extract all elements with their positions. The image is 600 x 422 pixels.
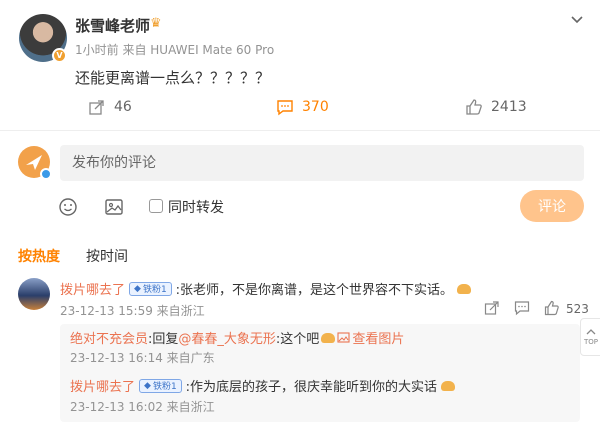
reply-line: 绝对不充会员 :回复 @春春_大象无形 :这个吧 查看图片 (70, 328, 404, 347)
comment-icon[interactable] (514, 300, 530, 316)
smile-emoji-icon (321, 332, 336, 343)
image-icon[interactable] (104, 197, 124, 217)
like-count: 2413 (491, 99, 527, 115)
reply-author[interactable]: 绝对不充会员 (70, 328, 148, 347)
thumbs-up-icon[interactable] (544, 300, 560, 316)
post-meta: 1小时前 来自 HUAWEI Mate 60 Pro (75, 43, 275, 57)
reply-line: 拨片哪去了 ◆ 铁粉1 :作为底层的孩子，很庆幸能听到你的大实话 (70, 376, 456, 395)
tab-sort-time[interactable]: 按时间 (86, 246, 128, 266)
reply-author[interactable]: 拨片哪去了 (70, 376, 135, 395)
author-name[interactable]: 张雪峰老师 (75, 15, 150, 36)
tab-sort-hot[interactable]: 按热度 (18, 246, 60, 266)
reply-time: 23-12-13 16:14 来自广东 (70, 351, 215, 365)
forward-button[interactable]: 46 (88, 96, 132, 118)
fan-badge: ◆ 铁粉1 (129, 281, 172, 296)
like-button[interactable]: 2413 (465, 96, 527, 118)
commenter-name[interactable]: 拨片哪去了 (60, 279, 125, 298)
back-to-top-button[interactable]: TOP (580, 318, 600, 356)
reply-prefix: :回复 (148, 332, 179, 347)
comment-button[interactable]: 370 (276, 96, 329, 118)
submit-comment-button[interactable]: 评论 (520, 190, 584, 222)
view-picture-link[interactable]: 查看图片 (337, 328, 404, 347)
forward-icon (89, 100, 104, 115)
also-forward-checkbox[interactable] (149, 199, 163, 213)
divider (0, 130, 600, 131)
comment-line: 拨片哪去了 ◆ 铁粉1 :张老师，不是你离谱，是这个世界容不下实话。 (60, 279, 472, 298)
verified-blue-icon (40, 168, 52, 180)
handshake-emoji-icon (457, 283, 472, 294)
post-content: 还能更离谱一点么？？？？？ (75, 69, 271, 87)
comment-time: 23-12-13 15:59 来自浙江 (60, 304, 205, 318)
comment-icon (277, 100, 293, 116)
chevron-down-icon[interactable] (570, 12, 584, 26)
emoji-icon[interactable] (58, 197, 78, 217)
picture-icon (337, 332, 350, 343)
comment-like-count: 523 (566, 302, 589, 316)
forward-icon[interactable] (484, 300, 500, 316)
chevron-up-icon (586, 329, 596, 335)
handshake-emoji-icon (441, 380, 456, 391)
thumbs-up-icon (466, 99, 482, 115)
comment-count: 370 (302, 99, 329, 115)
fan-badge: ◆ 铁粉1 (139, 378, 182, 393)
crown-icon: ♛ (150, 16, 162, 31)
forward-count: 46 (114, 99, 132, 115)
diamond-icon: ◆ (144, 380, 151, 391)
reply-text: :这个吧 (275, 332, 320, 347)
verified-badge-icon: V (52, 48, 67, 63)
also-forward-label[interactable]: 同时转发 (168, 197, 224, 217)
comment-text: :张老师，不是你离谱，是这个世界容不下实话。 (175, 283, 454, 298)
mention-link[interactable]: @春春_大象无形 (178, 328, 276, 347)
commenter-avatar[interactable] (18, 278, 50, 310)
reply-text: :作为底层的孩子，很庆幸能听到你的大实话 (185, 380, 438, 395)
reply-time: 23-12-13 16:02 来自浙江 (70, 400, 215, 414)
diamond-icon: ◆ (134, 283, 141, 294)
comment-input[interactable] (60, 145, 584, 181)
